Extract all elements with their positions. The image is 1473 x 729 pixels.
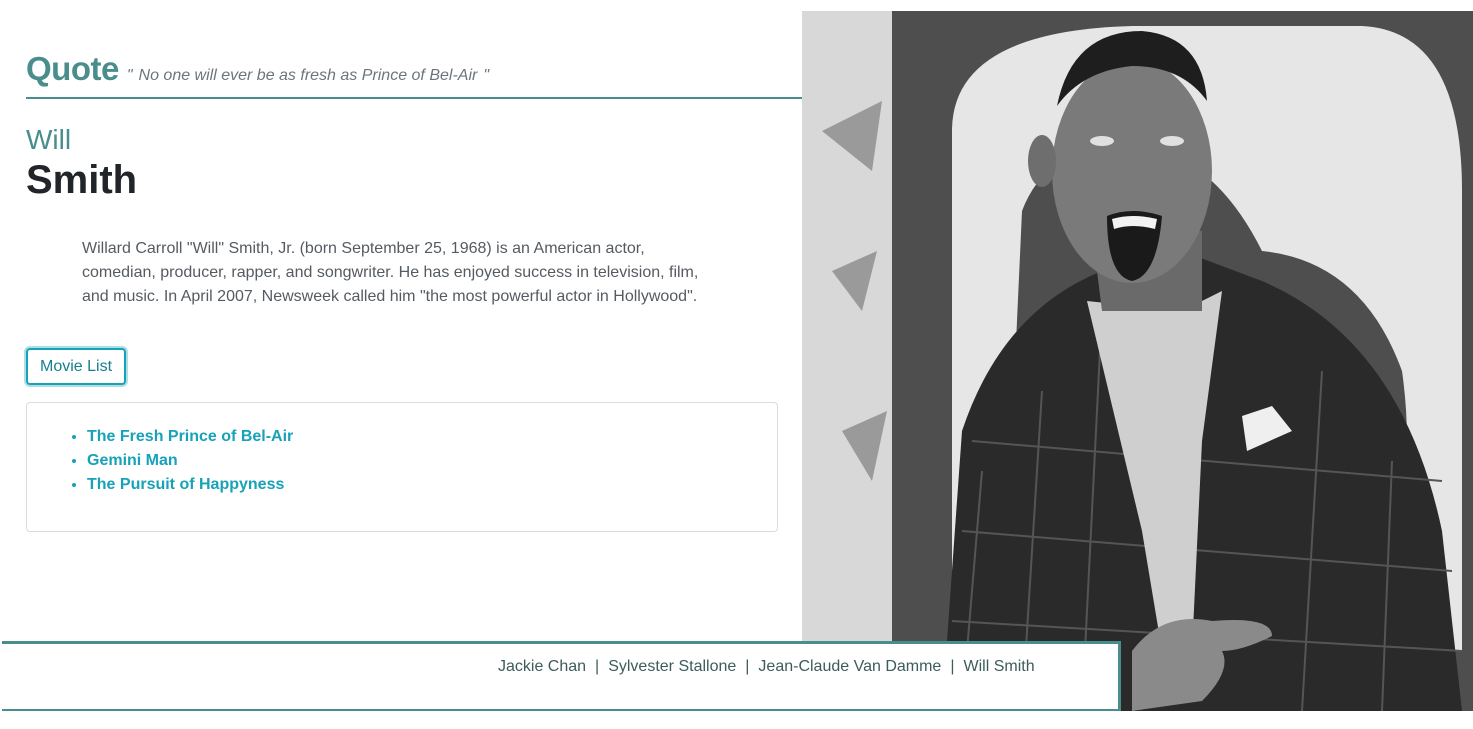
quote-text: " No one will ever be as fresh as Prince …	[127, 67, 489, 85]
footer-separator: |	[950, 658, 955, 675]
list-item: The Fresh Prince of Bel-Air	[87, 425, 293, 449]
bio-paragraph: Willard Carroll "Will" Smith, Jr. (born …	[82, 240, 699, 305]
footer-separator: |	[595, 658, 600, 675]
quote-body: No one will ever be as fresh as Prince o…	[138, 67, 478, 84]
movie-list: The Fresh Prince of Bel-Air Gemini Man T…	[87, 425, 293, 497]
footer-link-sylvester-stallone[interactable]: Sylvester Stallone	[608, 658, 736, 675]
actor-photo	[802, 11, 1473, 711]
footer-separator: |	[745, 658, 750, 675]
first-name: Will	[26, 124, 72, 155]
quote-header: Quote " No one will ever be as fresh as P…	[26, 50, 802, 99]
movie-link-gemini-man[interactable]: Gemini Man	[87, 452, 178, 469]
movie-link-fresh-prince[interactable]: The Fresh Prince of Bel-Air	[87, 428, 293, 445]
footer-link-jean-claude-van-damme[interactable]: Jean-Claude Van Damme	[758, 658, 941, 675]
footer-link-jackie-chan[interactable]: Jackie Chan	[498, 658, 586, 675]
movie-list-button[interactable]: Movie List	[26, 348, 126, 385]
movie-list-card: The Fresh Prince of Bel-Air Gemini Man T…	[26, 402, 778, 532]
person-photo-icon	[802, 11, 1473, 711]
list-item: Gemini Man	[87, 449, 293, 473]
quote-close-mark: "	[483, 67, 490, 84]
quote-open-mark: "	[126, 67, 133, 84]
movie-link-pursuit-of-happyness[interactable]: The Pursuit of Happyness	[87, 476, 284, 493]
list-item: The Pursuit of Happyness	[87, 473, 293, 497]
quote-heading: Quote	[26, 50, 119, 87]
footer-links: Jackie Chan | Sylvester Stallone | Jean-Clau…	[498, 658, 1035, 676]
last-name: Smith	[26, 158, 138, 202]
footer-nav: Jackie Chan | Sylvester Stallone | Jean-Clau…	[2, 641, 1121, 711]
footer-link-will-smith[interactable]: Will Smith	[963, 658, 1034, 675]
